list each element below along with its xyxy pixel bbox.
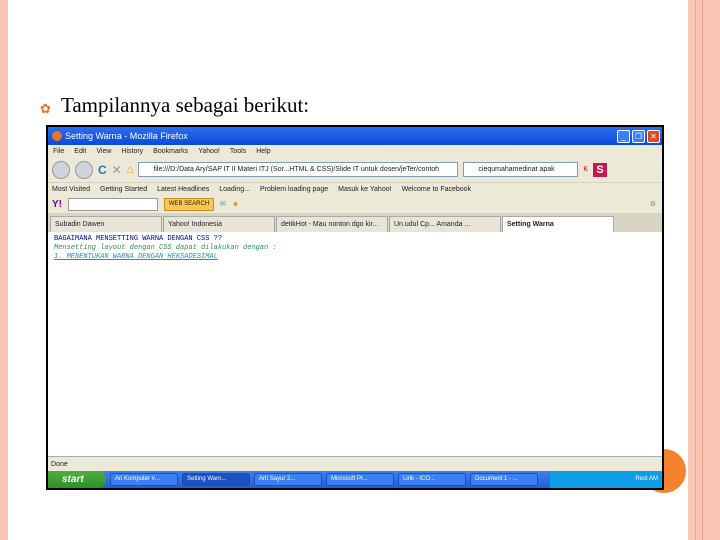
mail-icon[interactable]: ✉ (220, 200, 226, 208)
tab-detikhot[interactable]: detikHot - Mau nonton dgo kir... (276, 216, 388, 232)
content-text: Mensetting layout dengan CSS dapat dilak… (54, 244, 277, 252)
bookmark-problem[interactable]: Problem loading page (260, 186, 328, 193)
bookmark-yahoo[interactable]: Masuk ke Yahoo! (338, 186, 391, 193)
menu-history[interactable]: History (121, 148, 143, 155)
menu-bookmarks[interactable]: Bookmarks (153, 148, 188, 155)
left-decor-stripe (0, 0, 8, 540)
navigation-bar: C ✕ ⌂ file:///D:/Data Ary/SAP IT II Mate… (48, 157, 662, 182)
taskbar-item[interactable]: Ari Komputer #... (110, 473, 178, 486)
taskbar: start Ari Komputer #... Setting Warn... … (48, 471, 662, 488)
title-bar: Setting Warna - Mozilla Firefox _ ❐ ✕ (48, 127, 662, 145)
bookmarks-bar: Most Visited Getting Started Latest Head… (48, 182, 662, 195)
menu-bar: File Edit View History Bookmarks Yahoo! … (48, 145, 662, 157)
addon-icon[interactable]: K (583, 166, 588, 173)
yahoo-toolbar: Y! WEB SEARCH ✉ ☻ ⚙ (48, 195, 662, 213)
bookmark-most-visited[interactable]: Most Visited (52, 186, 90, 193)
forward-button[interactable] (75, 160, 93, 179)
tab-bar: Subadin Dawen Yahoo! Indonesia detikHot … (48, 213, 662, 232)
s-addon-icon[interactable]: S (593, 162, 608, 177)
menu-file[interactable]: File (53, 148, 64, 155)
yahoo-search-input[interactable] (68, 197, 158, 211)
menu-edit[interactable]: Edit (74, 148, 86, 155)
content-link[interactable]: 1. MENENTUKAN WARNA DENGAN HEKSADESIMAL (54, 253, 656, 262)
right-decor-stripe (688, 0, 720, 540)
tab-facebook[interactable]: Subadin Dawen (50, 216, 162, 232)
home-icon[interactable]: ⌂ (127, 164, 134, 176)
tab-yahoo[interactable]: Yahoo! Indonesia (163, 216, 275, 232)
content-heading: BAGAIMANA MENSETTING WARNA DENGAN CSS ?? (54, 235, 223, 243)
tab-setting-warna[interactable]: Setting Warna (502, 216, 614, 232)
bookmark-loading[interactable]: Loading... (219, 186, 250, 193)
menu-help[interactable]: Help (256, 148, 270, 155)
close-button[interactable]: ✕ (647, 129, 660, 143)
window-title: Setting Warna - Mozilla Firefox (65, 131, 188, 141)
status-bar: Done (48, 456, 662, 471)
bookmark-latest-headlines[interactable]: Latest Headlines (157, 186, 209, 193)
back-button[interactable] (52, 160, 70, 179)
menu-tools[interactable]: Tools (230, 148, 246, 155)
taskbar-item[interactable]: Setting Warn... (182, 473, 250, 486)
bullet-icon: ✿ (40, 101, 51, 116)
taskbar-item[interactable]: Lirik - ICO... (398, 473, 466, 486)
start-button[interactable]: start (48, 471, 106, 488)
taskbar-item[interactable]: Document 1 - ... (470, 473, 538, 486)
slide-heading: Tampilannya sebagai berikut: (61, 93, 310, 117)
decor-line (702, 0, 703, 540)
bookmark-getting-started[interactable]: Getting Started (100, 186, 147, 193)
messenger-icon[interactable]: ☻ (232, 201, 239, 208)
system-tray-clock: Rest AM (550, 471, 662, 488)
bookmark-facebook[interactable]: Welcome to Facebook (402, 186, 472, 193)
url-input[interactable]: file:///D:/Data Ary/SAP IT II Materi ITJ… (138, 162, 459, 177)
browser-screenshot: Setting Warna - Mozilla Firefox _ ❐ ✕ File… (46, 125, 664, 490)
taskbar-item[interactable]: Arti Sayur 2... (254, 473, 322, 486)
firefox-icon (52, 131, 62, 141)
menu-view[interactable]: View (96, 148, 111, 155)
maximize-button[interactable]: ❐ (632, 129, 645, 143)
yahoo-logo-icon[interactable]: Y! (52, 199, 62, 210)
menu-yahoo[interactable]: Yahoo! (198, 148, 220, 155)
web-search-button[interactable]: WEB SEARCH (164, 197, 214, 211)
minimize-button[interactable]: _ (617, 129, 630, 143)
page-content: BAGAIMANA MENSETTING WARNA DENGAN CSS ??… (48, 232, 662, 456)
search-input[interactable]: ciequmahamedinat apak (463, 162, 579, 177)
reload-icon[interactable]: C (98, 163, 107, 177)
stop-icon[interactable]: ✕ (112, 163, 122, 177)
taskbar-item[interactable]: Microsoft Pr... (326, 473, 394, 486)
decor-line (695, 0, 696, 540)
settings-icon[interactable]: ⚙ (650, 200, 662, 208)
tab-blogger[interactable]: Un.udul Cp... Amanda ... (389, 216, 501, 232)
